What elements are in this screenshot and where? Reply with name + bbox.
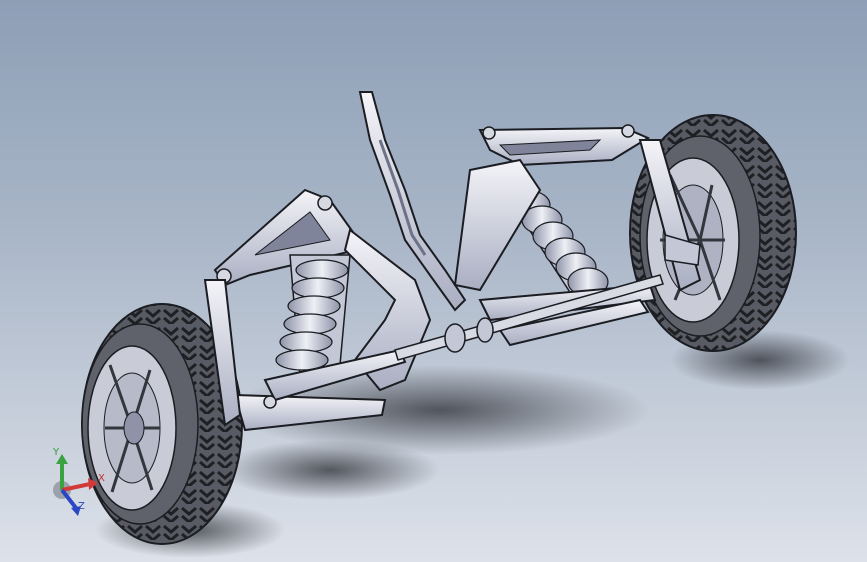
x-axis-label: X — [98, 473, 105, 484]
suspension-model[interactable] — [0, 0, 867, 562]
view-orientation-triad[interactable]: Y X Z — [40, 440, 110, 520]
left-coilover[interactable] — [275, 254, 351, 376]
z-axis-label: Z — [78, 501, 85, 512]
y-axis-label: Y — [53, 447, 60, 458]
right-upper-control-arm[interactable] — [478, 124, 651, 167]
graphics-viewport[interactable]: Y X Z — [0, 0, 867, 562]
